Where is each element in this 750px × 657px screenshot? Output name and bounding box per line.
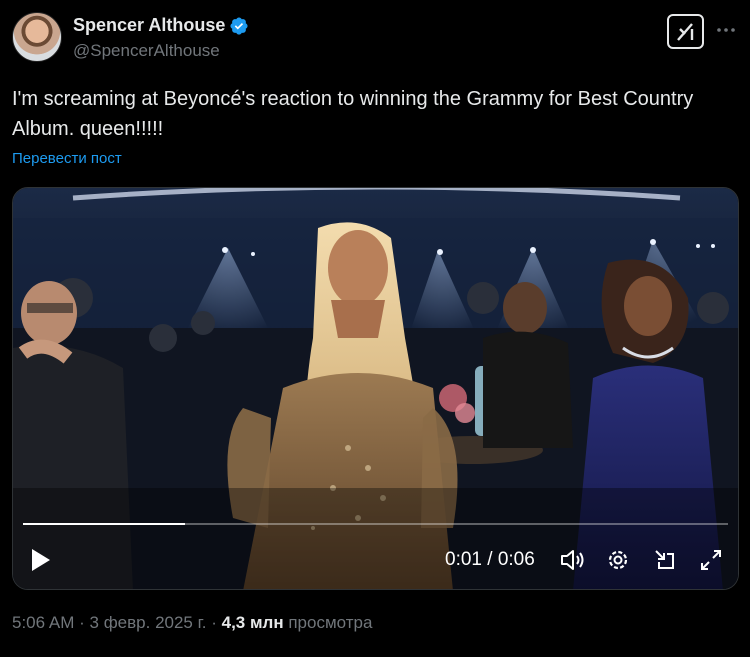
more-icon[interactable] (714, 18, 738, 42)
views-count: 4,3 млн (221, 613, 284, 632)
author-name-row: Spencer Althouse (73, 15, 249, 36)
tweet-header: Spencer Althouse @SpencerAlthouse (12, 12, 738, 66)
progress-bar[interactable] (23, 523, 728, 525)
time-separator: / (487, 549, 493, 570)
tweet-meta: 5:06 AM · 3 февр. 2025 г. · 4,3 млн прос… (12, 613, 372, 633)
avatar[interactable] (12, 12, 62, 62)
translate-post-link[interactable]: Перевести пост (12, 150, 122, 167)
grok-button[interactable] (667, 14, 704, 49)
grok-icon (676, 22, 693, 41)
tweet-text: I'm screaming at Beyoncé's reaction to w… (12, 88, 694, 140)
meta-separator: · (79, 613, 85, 632)
video-controls: 0:01 / 0:06 (13, 509, 738, 589)
post-time[interactable]: 5:06 AM (12, 613, 74, 632)
author-handle[interactable]: @SpencerAlthouse (73, 41, 220, 61)
fullscreen-icon[interactable] (697, 546, 725, 574)
progress-fill (23, 523, 186, 525)
volume-icon[interactable] (558, 546, 586, 574)
meta-separator-2: · (211, 613, 217, 632)
settings-icon[interactable] (604, 546, 632, 574)
current-time: 0:01 (445, 549, 482, 570)
duration: 0:06 (497, 549, 535, 570)
time-display: 0:01 / 0:06 (445, 549, 535, 571)
verified-badge-icon (230, 16, 248, 35)
minimize-icon[interactable] (651, 546, 679, 574)
author-name[interactable]: Spencer Althouse (73, 15, 225, 36)
post-date[interactable]: 3 февр. 2025 г. (90, 613, 207, 632)
play-icon[interactable] (29, 547, 53, 573)
video-player[interactable]: 0:01 / 0:06 (12, 187, 739, 590)
views-label: просмотра (288, 613, 373, 632)
